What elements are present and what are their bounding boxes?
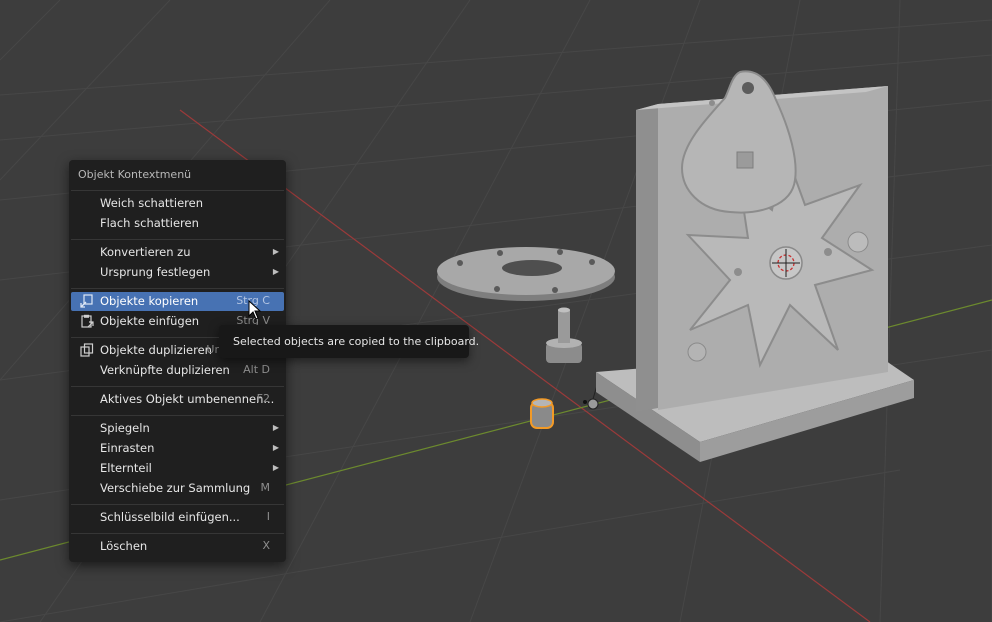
copy-objects-tooltip: Selected objects are copied to the clipb… — [219, 325, 479, 358]
menu-separator — [71, 239, 284, 240]
mouse-cursor-icon — [248, 300, 262, 320]
menu-item-shortcut: I — [266, 510, 270, 523]
menu-separator — [71, 415, 284, 416]
menu-item-shortcut: Alt D — [243, 363, 270, 376]
menu-item-move-to-collection[interactable]: Verschiebe zur Sammlung M — [71, 479, 284, 498]
menu-item-label: Einrasten — [100, 441, 155, 455]
menu-separator — [71, 190, 284, 191]
menu-item-snap[interactable]: Einrasten ▶ — [71, 439, 284, 458]
menu-item-label: Spiegeln — [100, 421, 150, 435]
menu-item-set-origin[interactable]: Ursprung festlegen ▶ — [71, 263, 284, 282]
paste-clipboard-icon — [81, 314, 94, 328]
menu-item-label: Löschen — [100, 539, 148, 553]
flange-model[interactable] — [437, 247, 615, 301]
menu-item-label: Objekte einfügen — [100, 314, 200, 328]
submenu-arrow-icon: ▶ — [272, 247, 279, 256]
menu-item-rename-active[interactable]: Aktives Objekt umbenennen... F2 — [71, 390, 284, 409]
menu-item-label: Konvertieren zu — [100, 245, 191, 259]
menu-separator — [71, 533, 284, 534]
menu-item-label: Verschiebe zur Sammlung — [100, 481, 251, 495]
menu-item-duplicate-linked[interactable]: Verknüpfte duplizieren Alt D — [71, 361, 284, 380]
submenu-arrow-icon: ▶ — [272, 443, 279, 452]
menu-item-insert-keyframe[interactable]: Schlüsselbild einfügen... I — [71, 508, 284, 527]
menu-item-label: Ursprung festlegen — [100, 265, 211, 279]
copy-to-buffer-icon — [80, 294, 93, 308]
tooltip-text: Selected objects are copied to the clipb… — [233, 335, 480, 348]
menu-item-shade-flat[interactable]: Flach schattieren — [71, 214, 284, 233]
menu-item-label: Objekte kopieren — [100, 294, 199, 308]
selected-cylinder[interactable] — [530, 398, 554, 429]
menu-separator — [71, 386, 284, 387]
menu-item-label: Weich schattieren — [100, 196, 204, 210]
menu-item-label: Flach schattieren — [100, 216, 199, 230]
menu-item-mirror[interactable]: Spiegeln ▶ — [71, 419, 284, 438]
menu-title: Objekt Kontextmenü — [78, 168, 192, 181]
menu-item-label: Elternteil — [100, 461, 152, 475]
menu-item-shortcut: F2 — [256, 392, 270, 405]
menu-item-label: Schlüsselbild einfügen... — [100, 510, 240, 524]
menu-item-convert-to[interactable]: Konvertieren zu ▶ — [71, 243, 284, 262]
menu-item-shortcut: M — [260, 481, 271, 494]
submenu-arrow-icon: ▶ — [272, 267, 279, 276]
menu-item-shortcut: X — [262, 539, 270, 552]
submenu-arrow-icon: ▶ — [272, 423, 279, 432]
menu-separator — [71, 288, 284, 289]
menu-item-parent[interactable]: Elternteil ▶ — [71, 459, 284, 478]
menu-item-label: Objekte duplizieren — [100, 343, 212, 357]
menu-separator — [71, 504, 284, 505]
menu-item-shade-smooth[interactable]: Weich schattieren — [71, 194, 284, 213]
submenu-arrow-icon: ▶ — [272, 463, 279, 472]
menu-item-label: Verknüpfte duplizieren — [100, 363, 230, 377]
menu-item-label: Aktives Objekt umbenennen... — [100, 392, 275, 406]
duplicate-icon — [80, 343, 94, 357]
menu-item-delete[interactable]: Löschen X — [71, 537, 284, 556]
object-context-menu[interactable]: Objekt Kontextmenü Weich schattieren Fla… — [69, 160, 286, 562]
